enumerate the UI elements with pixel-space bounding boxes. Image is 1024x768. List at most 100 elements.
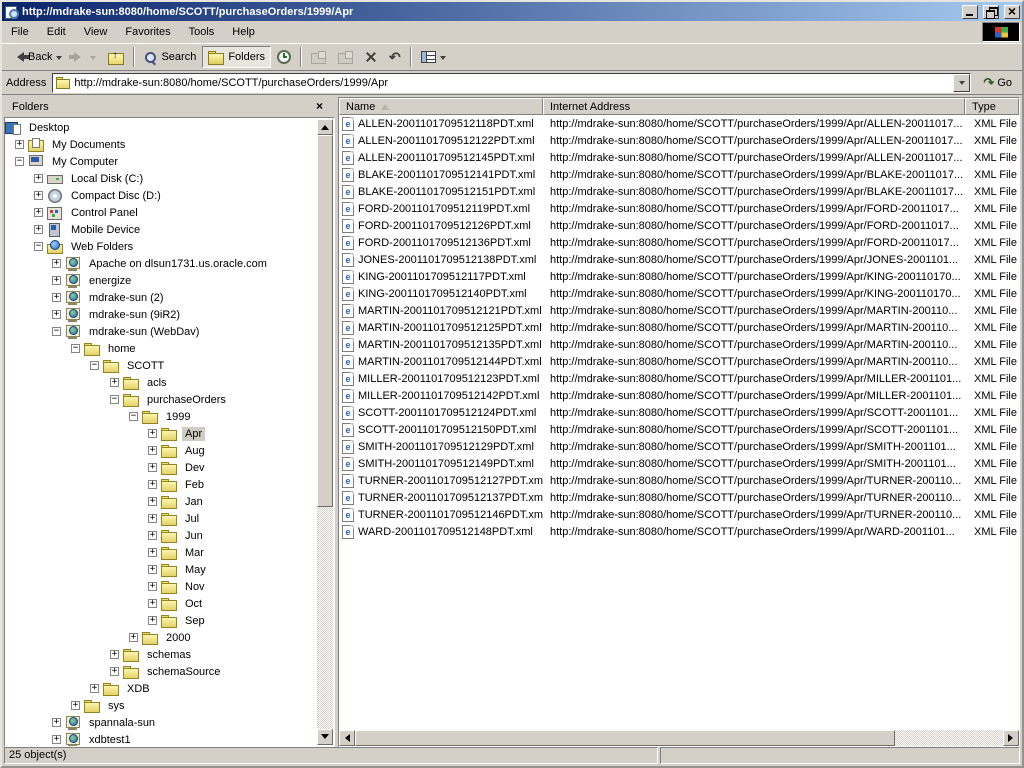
menu-tools[interactable]: Tools <box>180 23 224 41</box>
tree-item-aug[interactable]: +Aug <box>5 442 317 459</box>
expand-icon[interactable]: + <box>71 701 80 710</box>
file-row[interactable]: BLAKE-2001101709512151PDT.xmlhttp://mdra… <box>339 183 1019 200</box>
expand-icon[interactable]: + <box>52 718 61 727</box>
column-header-type[interactable]: Type <box>965 98 1019 115</box>
tree-item-feb[interactable]: +Feb <box>5 476 317 493</box>
expand-icon[interactable]: + <box>148 531 157 540</box>
go-button[interactable]: ↷ Go <box>977 75 1018 91</box>
file-row[interactable]: SCOTT-2001101709512124PDT.xmlhttp://mdra… <box>339 404 1019 421</box>
tree-item-mobile-device[interactable]: +Mobile Device <box>5 221 317 238</box>
file-name[interactable]: TURNER-2001101709512146PDT.xml <box>358 509 543 521</box>
file-row[interactable]: TURNER-2001101709512146PDT.xmlhttp://mdr… <box>339 506 1019 523</box>
tree-item-mdrake-sun-webdav[interactable]: −mdrake-sun (WebDav) <box>5 323 317 340</box>
file-row[interactable]: FORD-2001101709512119PDT.xmlhttp://mdrak… <box>339 200 1019 217</box>
tree-item-xdb[interactable]: +XDB <box>5 680 317 697</box>
forward-button[interactable] <box>68 46 102 68</box>
expand-icon[interactable]: + <box>52 293 61 302</box>
views-dropdown-icon[interactable] <box>440 56 446 63</box>
tree-item-dev[interactable]: +Dev <box>5 459 317 476</box>
collapse-icon[interactable]: − <box>129 412 138 421</box>
expand-icon[interactable]: + <box>34 225 43 234</box>
tree-item-jun[interactable]: +Jun <box>5 527 317 544</box>
tree-item-control-panel[interactable]: +Control Panel <box>5 204 317 221</box>
file-row[interactable]: MILLER-2001101709512142PDT.xmlhttp://mdr… <box>339 387 1019 404</box>
column-header-name[interactable]: Name <box>339 98 543 115</box>
expand-icon[interactable]: + <box>148 599 157 608</box>
expand-icon[interactable]: + <box>148 514 157 523</box>
tree-item-my-documents[interactable]: +My Documents <box>5 136 317 153</box>
address-value[interactable]: http://mdrake-sun:8080/home/SCOTT/purcha… <box>74 77 953 89</box>
file-row[interactable]: SMITH-2001101709512149PDT.xmlhttp://mdra… <box>339 455 1019 472</box>
file-row[interactable]: TURNER-2001101709512127PDT.xmlhttp://mdr… <box>339 472 1019 489</box>
scroll-thumb[interactable] <box>317 135 333 507</box>
tree-item-home[interactable]: −home <box>5 340 317 357</box>
tree-item-desktop[interactable]: Desktop <box>5 119 317 136</box>
file-name[interactable]: SCOTT-2001101709512150PDT.xml <box>358 424 536 436</box>
file-name[interactable]: FORD-2001101709512119PDT.xml <box>358 203 530 215</box>
file-name[interactable]: WARD-2001101709512148PDT.xml <box>358 526 533 538</box>
tree-item-spannala-sun[interactable]: +spannala-sun <box>5 714 317 731</box>
file-row[interactable]: KING-2001101709512117PDT.xmlhttp://mdrak… <box>339 268 1019 285</box>
expand-icon[interactable]: + <box>148 616 157 625</box>
move-to-button[interactable] <box>305 46 332 68</box>
tree-item-scott[interactable]: −SCOTT <box>5 357 317 374</box>
tree-item-purchaseorders[interactable]: −purchaseOrders <box>5 391 317 408</box>
file-name[interactable]: MARTIN-2001101709512135PDT.xml <box>358 339 542 351</box>
expand-icon[interactable]: + <box>52 259 61 268</box>
expand-icon[interactable]: + <box>148 582 157 591</box>
tree-item-mdrake-sun-2[interactable]: +mdrake-sun (2) <box>5 289 317 306</box>
file-row[interactable]: SCOTT-2001101709512150PDT.xmlhttp://mdra… <box>339 421 1019 438</box>
tree-item-compact-disc-d[interactable]: +Compact Disc (D:) <box>5 187 317 204</box>
tree-item-xdbtest1[interactable]: +xdbtest1 <box>5 731 317 747</box>
file-name[interactable]: SMITH-2001101709512129PDT.xml <box>358 441 534 453</box>
expand-icon[interactable]: + <box>129 633 138 642</box>
expand-icon[interactable]: + <box>110 667 119 676</box>
folders-pane-close-icon[interactable]: × <box>312 100 327 114</box>
minimize-button[interactable] <box>962 5 978 19</box>
tree-item-sys[interactable]: +sys <box>5 697 317 714</box>
file-name[interactable]: KING-2001101709512140PDT.xml <box>358 288 527 300</box>
tree-item-oct[interactable]: +Oct <box>5 595 317 612</box>
scroll-right-button[interactable] <box>1003 730 1019 746</box>
file-name[interactable]: JONES-2001101709512138PDT.xml <box>358 254 536 266</box>
file-row[interactable]: MILLER-2001101709512123PDT.xmlhttp://mdr… <box>339 370 1019 387</box>
tree-item-2000[interactable]: +2000 <box>5 629 317 646</box>
file-name[interactable]: ALLEN-2001101709512118PDT.xml <box>358 118 534 130</box>
back-button[interactable]: Back <box>6 46 68 68</box>
file-name[interactable]: TURNER-2001101709512137PDT.xml <box>358 492 543 504</box>
copy-to-button[interactable] <box>332 46 359 68</box>
views-button[interactable] <box>415 46 452 68</box>
menu-file[interactable]: File <box>2 23 38 41</box>
tree-item-energize[interactable]: +energize <box>5 272 317 289</box>
folders-button[interactable]: Folders <box>202 46 271 68</box>
tree-item-local-disk-c[interactable]: +Local Disk (C:) <box>5 170 317 187</box>
expand-icon[interactable]: + <box>52 310 61 319</box>
file-name[interactable]: TURNER-2001101709512127PDT.xml <box>358 475 543 487</box>
file-row[interactable]: SMITH-2001101709512129PDT.xmlhttp://mdra… <box>339 438 1019 455</box>
expand-icon[interactable]: + <box>52 735 61 744</box>
file-name[interactable]: ALLEN-2001101709512122PDT.xml <box>358 135 535 147</box>
address-input[interactable]: http://mdrake-sun:8080/home/SCOTT/purcha… <box>52 73 971 93</box>
file-row[interactable]: ALLEN-2001101709512122PDT.xmlhttp://mdra… <box>339 132 1019 149</box>
expand-icon[interactable]: + <box>148 446 157 455</box>
file-name[interactable]: SMITH-2001101709512149PDT.xml <box>358 458 534 470</box>
scroll-thumb[interactable] <box>355 730 895 746</box>
tree-item-apr[interactable]: +Apr <box>5 425 317 442</box>
up-button[interactable] <box>102 46 130 68</box>
tree-item-nov[interactable]: +Nov <box>5 578 317 595</box>
tree-item-apache-on-dlsun1731-us-oracle-com[interactable]: +Apache on dlsun1731.us.oracle.com <box>5 255 317 272</box>
expand-icon[interactable]: + <box>34 174 43 183</box>
tree-vertical-scrollbar[interactable] <box>317 119 333 745</box>
expand-icon[interactable]: + <box>90 684 99 693</box>
file-name[interactable]: MARTIN-2001101709512121PDT.xml <box>358 305 542 317</box>
file-row[interactable]: MARTIN-2001101709512135PDT.xmlhttp://mdr… <box>339 336 1019 353</box>
file-row[interactable]: FORD-2001101709512136PDT.xmlhttp://mdrak… <box>339 234 1019 251</box>
back-dropdown-icon[interactable] <box>56 56 62 63</box>
file-row[interactable]: KING-2001101709512140PDT.xmlhttp://mdrak… <box>339 285 1019 302</box>
tree-item-schemas[interactable]: +schemas <box>5 646 317 663</box>
file-row[interactable]: ALLEN-2001101709512118PDT.xmlhttp://mdra… <box>339 115 1019 132</box>
tree-item-my-computer[interactable]: −My Computer <box>5 153 317 170</box>
menu-help[interactable]: Help <box>223 23 264 41</box>
history-button[interactable] <box>271 46 297 68</box>
expand-icon[interactable]: + <box>148 463 157 472</box>
